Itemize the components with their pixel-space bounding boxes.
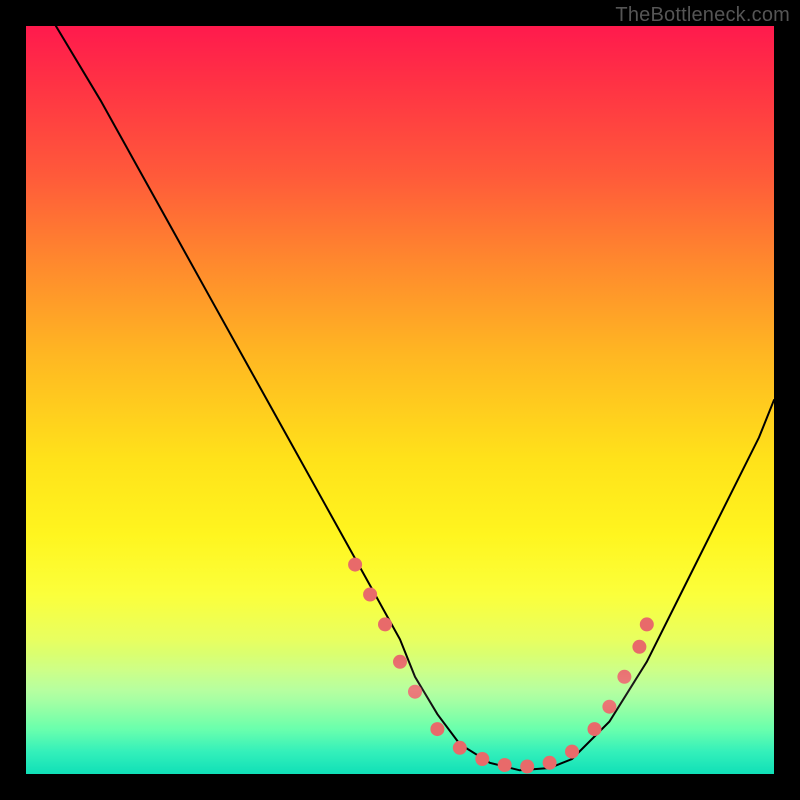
data-marker (602, 700, 616, 714)
data-marker (640, 617, 654, 631)
data-marker (632, 640, 646, 654)
data-marker (617, 670, 631, 684)
data-marker (430, 722, 444, 736)
chart-plot-area (26, 26, 774, 774)
data-marker (475, 752, 489, 766)
curve-line (56, 26, 774, 770)
data-markers (348, 558, 654, 774)
data-marker (588, 722, 602, 736)
data-marker (498, 758, 512, 772)
data-marker (378, 617, 392, 631)
data-marker (363, 588, 377, 602)
data-marker (453, 741, 467, 755)
data-marker (543, 756, 557, 770)
data-marker (565, 745, 579, 759)
chart-svg (26, 26, 774, 774)
data-marker (348, 558, 362, 572)
data-marker (520, 760, 534, 774)
data-marker (393, 655, 407, 669)
data-marker (408, 685, 422, 699)
watermark: TheBottleneck.com (615, 4, 790, 27)
curve-path (56, 26, 774, 770)
